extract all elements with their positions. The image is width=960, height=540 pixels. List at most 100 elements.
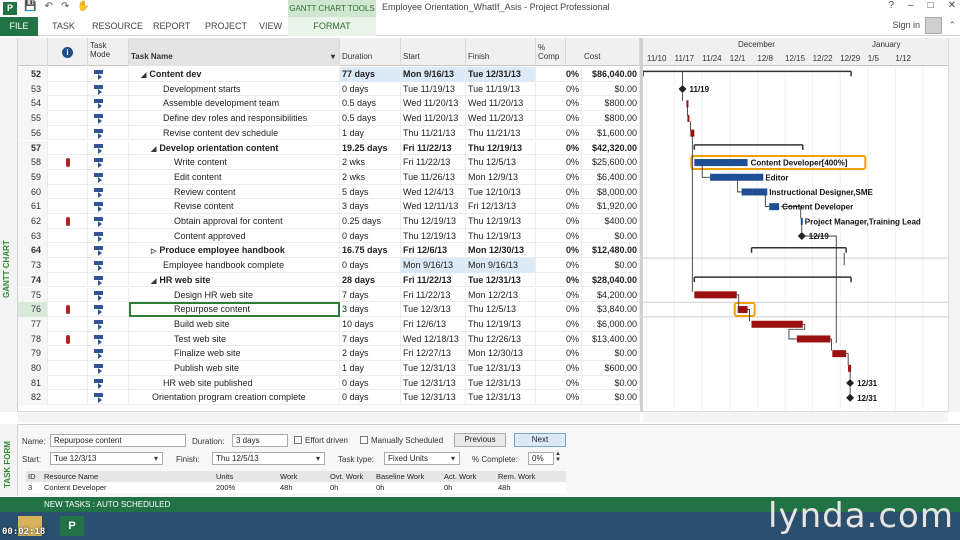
- task-name-cell[interactable]: Revise content dev schedule: [129, 125, 340, 141]
- tab-format[interactable]: FORMAT: [288, 17, 376, 36]
- percent-complete-cell[interactable]: 0%: [536, 390, 582, 406]
- table-row[interactable]: 82 Orientation program creation complete 0…: [18, 390, 640, 406]
- task-name-cell[interactable]: Content approved: [129, 228, 340, 244]
- task-name-cell[interactable]: Finalize web site: [129, 346, 340, 361]
- row-id[interactable]: 79: [18, 346, 48, 361]
- duration-cell[interactable]: 7 days: [340, 331, 401, 347]
- task-mode-cell[interactable]: [88, 243, 129, 259]
- task-name-cell[interactable]: Publish web site: [129, 361, 340, 376]
- finish-cell[interactable]: Thu 12/26/13: [466, 331, 536, 347]
- task-name-cell[interactable]: ◢ Develop orientation content: [129, 140, 340, 156]
- start-cell[interactable]: Fri 12/6/13: [401, 243, 466, 259]
- table-row[interactable]: 79 Finalize web site 2 days Fri 12/27/13 Mon…: [18, 346, 640, 361]
- tab-task[interactable]: TASK: [52, 17, 75, 36]
- cost-cell[interactable]: $12,480.00: [582, 243, 640, 259]
- avatar[interactable]: [925, 17, 942, 34]
- finish-cell[interactable]: Thu 12/19/13: [466, 316, 536, 332]
- finish-field[interactable]: Thu 12/5/13: [212, 452, 325, 465]
- start-cell[interactable]: Wed 11/20/13: [401, 111, 466, 126]
- start-cell[interactable]: Tue 11/26/13: [401, 169, 466, 185]
- start-cell[interactable]: Fri 11/22/13: [401, 140, 466, 156]
- percent-complete-cell[interactable]: 0%: [536, 258, 582, 273]
- task-mode-cell[interactable]: [88, 96, 129, 112]
- table-row[interactable]: 75 Design HR web site 7 days Fri 11/22/13 Mo…: [18, 287, 640, 303]
- cost-cell[interactable]: $3,840.00: [582, 302, 640, 317]
- percent-complete-cell[interactable]: 0%: [536, 316, 582, 332]
- percent-complete-cell[interactable]: 0%: [536, 287, 582, 303]
- start-cell[interactable]: Wed 12/18/13: [401, 331, 466, 347]
- finish-cell[interactable]: Tue 12/10/13: [466, 184, 536, 200]
- select-all-cell[interactable]: [18, 38, 48, 66]
- task-mode-cell[interactable]: [88, 184, 129, 200]
- finish-cell[interactable]: Mon 12/30/13: [466, 243, 536, 259]
- finish-cell[interactable]: Thu 11/21/13: [466, 125, 536, 141]
- row-id[interactable]: 82: [18, 390, 48, 406]
- cost-cell[interactable]: $800.00: [582, 111, 640, 126]
- finish-cell[interactable]: Mon 9/16/13: [466, 258, 536, 273]
- start-cell[interactable]: Mon 9/16/13: [401, 67, 466, 82]
- duration-cell[interactable]: 19.25 days: [340, 140, 401, 156]
- task-mode-cell[interactable]: [88, 346, 129, 361]
- percent-complete-cell[interactable]: 0%: [536, 125, 582, 141]
- finish-cell[interactable]: Tue 12/31/13: [466, 67, 536, 82]
- ribbon-collapse-icon[interactable]: ⌃: [948, 20, 956, 31]
- task-name-cell[interactable]: ▷ Produce employee handbook: [129, 243, 340, 259]
- chevron-down-icon[interactable]: ▾: [451, 454, 455, 463]
- table-row[interactable]: 61 Revise content 3 days Wed 12/11/13 Fri 12…: [18, 199, 640, 214]
- row-id[interactable]: 80: [18, 361, 48, 376]
- spin-buttons-icon[interactable]: ▲ ▼: [555, 451, 561, 463]
- touch-mode-icon[interactable]: ✋: [77, 1, 89, 12]
- cost-cell[interactable]: $1,920.00: [582, 199, 640, 214]
- task-name-cell[interactable]: Assemble development team: [129, 96, 340, 112]
- table-row[interactable]: 52 ◢ Content dev 77 days Mon 9/16/13 Tue 12/3…: [18, 67, 640, 82]
- name-field[interactable]: Repurpose content: [50, 434, 186, 447]
- task-name-cell[interactable]: Obtain approval for content: [129, 214, 340, 229]
- chevron-down-icon[interactable]: ▾: [154, 454, 158, 463]
- row-id[interactable]: 56: [18, 125, 48, 141]
- cost-cell[interactable]: $4,200.00: [582, 287, 640, 303]
- task-name-cell[interactable]: Employee handbook complete: [129, 258, 340, 273]
- finish-cell[interactable]: Fri 12/13/13: [466, 199, 536, 214]
- redo-icon[interactable]: ↷: [61, 1, 69, 12]
- previous-button[interactable]: Previous: [454, 433, 506, 447]
- cost-cell[interactable]: $86,040.00: [582, 67, 640, 82]
- cost-cell[interactable]: $42,320.00: [582, 140, 640, 156]
- tab-resource[interactable]: RESOURCE: [92, 17, 143, 36]
- start-cell[interactable]: Fri 12/27/13: [401, 346, 466, 361]
- row-id[interactable]: 77: [18, 316, 48, 332]
- finish-cell[interactable]: Tue 12/31/13: [466, 375, 536, 391]
- start-cell[interactable]: Tue 12/31/13: [401, 361, 466, 376]
- grid-horizontal-scrollbar[interactable]: [18, 411, 640, 422]
- finish-cell[interactable]: Thu 12/19/13: [466, 140, 536, 156]
- task-name-cell[interactable]: Revise content: [129, 199, 340, 214]
- task-mode-cell[interactable]: [88, 287, 129, 303]
- start-cell[interactable]: Wed 11/20/13: [401, 96, 466, 112]
- start-cell[interactable]: Fri 11/22/13: [401, 287, 466, 303]
- row-id[interactable]: 52: [18, 67, 48, 82]
- task-name-cell[interactable]: Edit content: [129, 169, 340, 185]
- duration-cell[interactable]: 3 days: [340, 199, 401, 214]
- task-mode-cell[interactable]: [88, 361, 129, 376]
- duration-cell[interactable]: 2 days: [340, 346, 401, 361]
- task-name-cell[interactable]: Build web site: [129, 316, 340, 332]
- task-mode-cell[interactable]: [88, 155, 129, 170]
- table-row[interactable]: 76 Repurpose content 3 days Tue 12/3/13 Thu …: [18, 302, 640, 317]
- cost-cell[interactable]: $800.00: [582, 96, 640, 112]
- task-name-cell[interactable]: ◢ HR web site: [129, 272, 340, 288]
- task-mode-cell[interactable]: [88, 214, 129, 229]
- percent-complete-cell[interactable]: 0%: [536, 169, 582, 185]
- task-mode-cell[interactable]: [88, 111, 129, 126]
- duration-cell[interactable]: 0 days: [340, 228, 401, 244]
- table-row[interactable]: 74 ◢ HR web site 28 days Fri 11/22/13 Tue 12/…: [18, 272, 640, 288]
- start-cell[interactable]: Thu 11/21/13: [401, 125, 466, 141]
- start-cell[interactable]: Mon 9/16/13: [401, 258, 466, 273]
- start-cell[interactable]: Fri 11/22/13: [401, 272, 466, 288]
- duration-cell[interactable]: 0 days: [340, 390, 401, 406]
- duration-cell[interactable]: 10 days: [340, 316, 401, 332]
- duration-cell[interactable]: 16.75 days: [340, 243, 401, 259]
- sign-in-link[interactable]: Sign in: [892, 20, 920, 30]
- start-header[interactable]: Start: [401, 38, 466, 66]
- cost-header[interactable]: Cost: [582, 38, 640, 66]
- minimize-button[interactable]: –: [908, 0, 914, 11]
- task-name-cell[interactable]: ◢ Content dev: [129, 67, 340, 82]
